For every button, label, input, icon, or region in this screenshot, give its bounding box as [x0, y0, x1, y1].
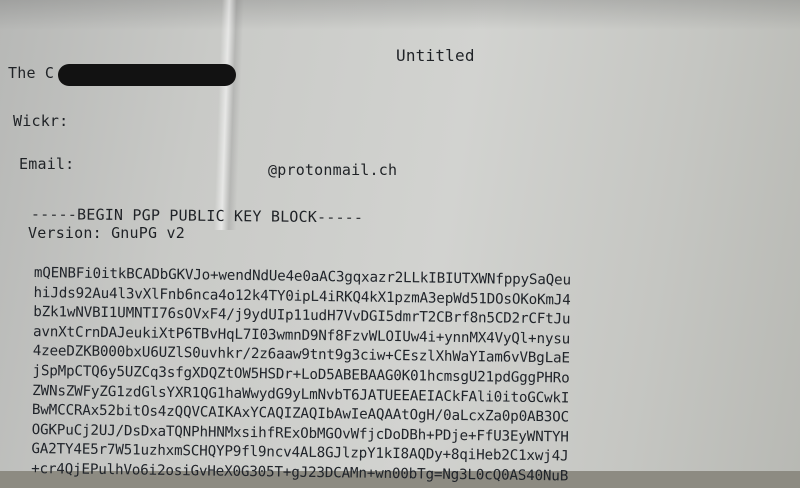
document-title: Untitled [396, 46, 475, 65]
the-line-label: The C [8, 64, 55, 82]
pgp-key-block: mQENBFi0itkBCADbGKVJo+wendNdUe4e0aAC3gqx… [31, 264, 654, 488]
email-label: Email: [19, 155, 75, 173]
pgp-version: Version: GnuPG v2 [28, 224, 185, 242]
email-value: @protonmail.ch [268, 161, 398, 179]
paper-shadow [0, 0, 800, 30]
wickr-label: Wickr: [13, 112, 69, 130]
redaction-bar [58, 64, 236, 86]
